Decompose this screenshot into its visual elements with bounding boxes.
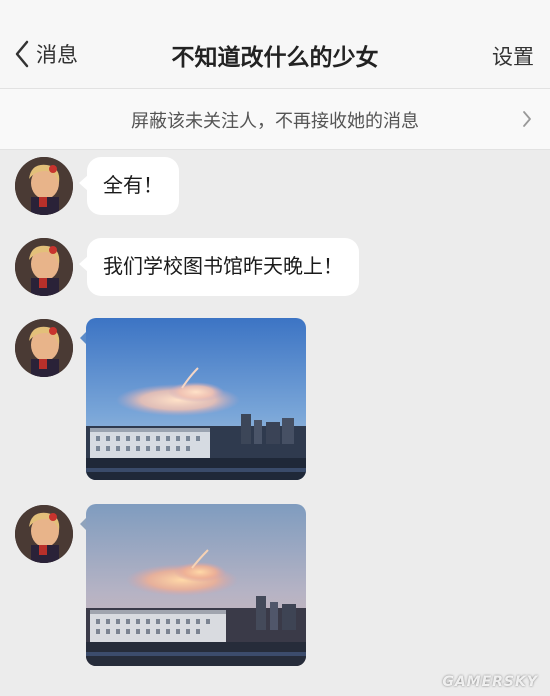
avatar[interactable] bbox=[15, 505, 73, 563]
avatar[interactable] bbox=[15, 157, 73, 215]
nav-bar: 消息 不知道改什么的少女 设置 bbox=[0, 0, 550, 88]
settings-button[interactable]: 设置 bbox=[492, 41, 534, 71]
chevron-right-icon bbox=[523, 111, 531, 127]
message-bubble[interactable]: 全有！ bbox=[79, 157, 179, 215]
image-message[interactable] bbox=[86, 504, 306, 666]
block-user-text: 屏蔽该未关注人，不再接收她的消息 bbox=[131, 111, 419, 132]
girl-avatar-icon bbox=[15, 238, 73, 296]
watermark: GAMERSKY bbox=[442, 674, 538, 690]
avatar[interactable] bbox=[15, 238, 73, 296]
message-bubble[interactable]: 我们学校图书馆昨天晚上！ bbox=[79, 238, 359, 296]
avatar[interactable] bbox=[15, 319, 73, 377]
girl-avatar-icon bbox=[15, 157, 73, 215]
girl-avatar-icon bbox=[15, 505, 73, 563]
block-user-bar[interactable]: 屏蔽该未关注人，不再接收她的消息 bbox=[0, 88, 550, 150]
sky-photo bbox=[86, 504, 306, 666]
page-title: 不知道改什么的少女 bbox=[171, 45, 379, 71]
girl-avatar-icon bbox=[15, 319, 73, 377]
image-message[interactable] bbox=[86, 318, 306, 480]
sky-photo bbox=[86, 318, 306, 480]
